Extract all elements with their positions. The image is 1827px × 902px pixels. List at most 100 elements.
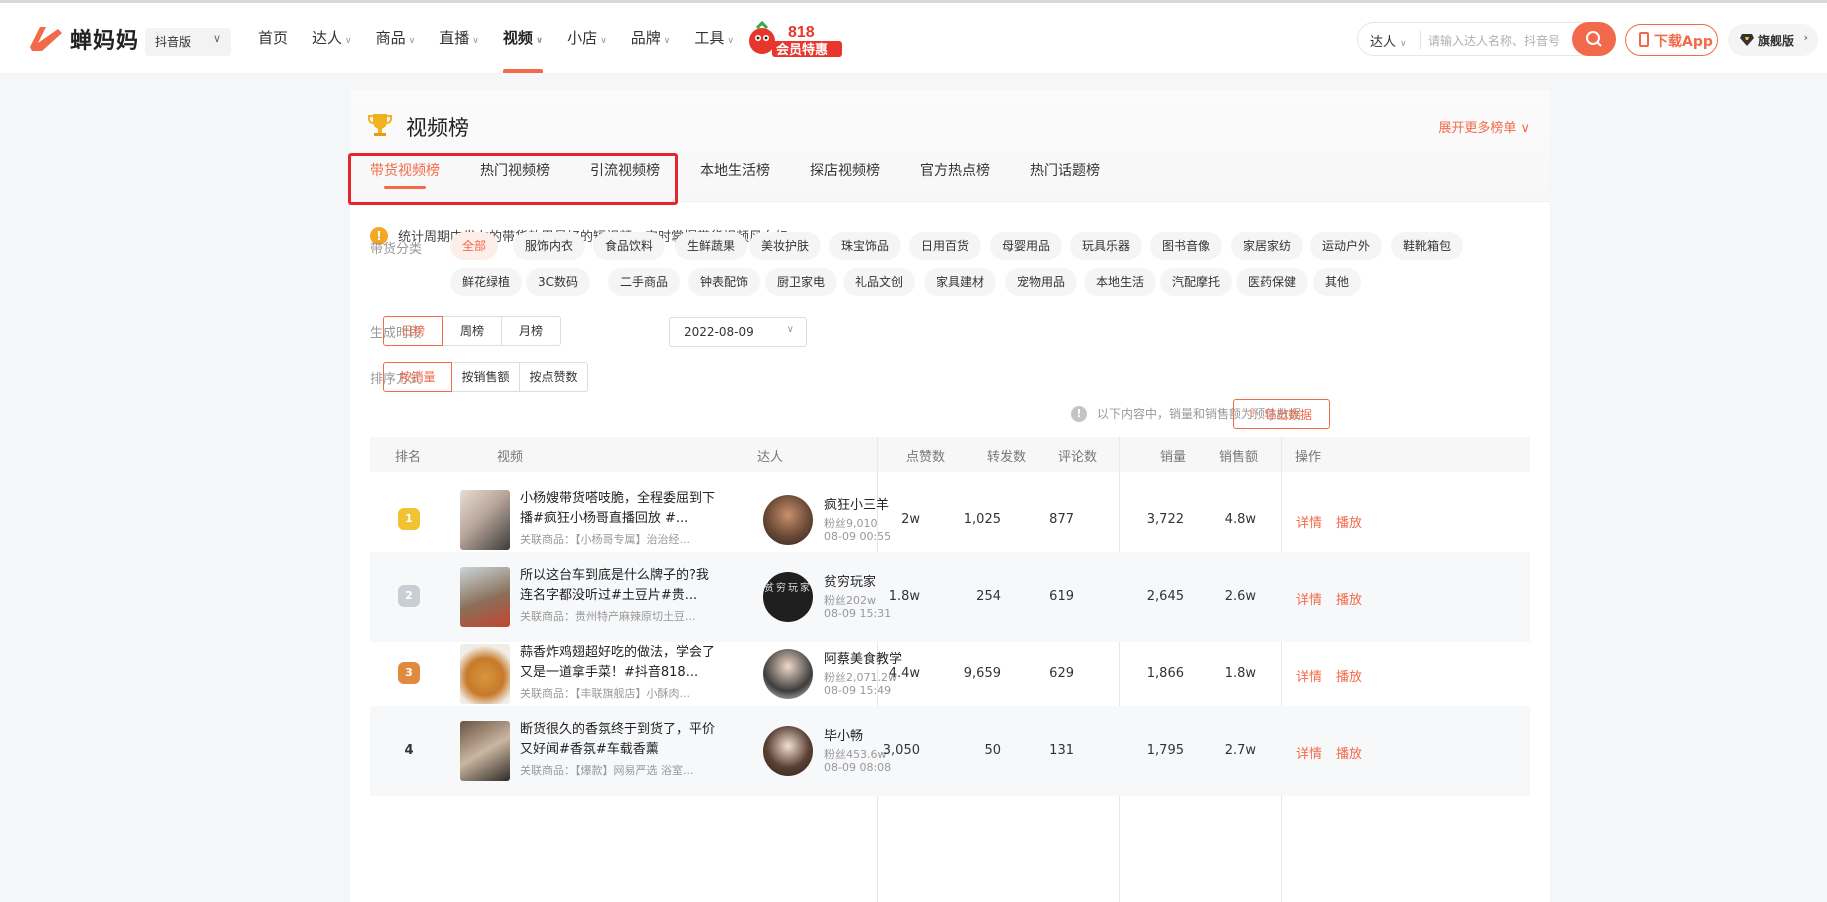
category-chip[interactable]: 玩具乐器 — [1070, 232, 1143, 260]
category-chip[interactable]: 美妆护肤 — [749, 232, 822, 260]
flagship-button[interactable]: 旗舰版 › — [1728, 24, 1818, 56]
influencer-name[interactable]: 贫穷玩家 — [824, 571, 876, 590]
nav-live[interactable]: 直播 ∨ — [427, 3, 491, 73]
nav-video[interactable]: 视频 ∨ — [491, 3, 555, 73]
tab-official-hot[interactable]: 官方热点榜 — [920, 160, 990, 196]
nav-home[interactable]: 首页 — [246, 3, 300, 73]
play-link[interactable]: 播放 — [1336, 743, 1362, 762]
video-title[interactable]: 小杨嫂带货嗒吱脆，全程委屈到下播#疯狂小杨哥直播回放 #... — [520, 489, 720, 529]
period-week[interactable]: 周榜 — [442, 316, 502, 346]
category-chip[interactable]: 二手商品 — [608, 268, 681, 296]
nav-brand[interactable]: 品牌 ∨ — [619, 3, 683, 73]
sort-by-volume[interactable]: 按销量 — [383, 362, 452, 392]
export-data-button[interactable]: ⇧ 导出数据 — [1233, 399, 1330, 429]
detail-link[interactable]: 详情 — [1296, 589, 1322, 608]
sales-value: 1,866 — [1146, 666, 1184, 681]
chevron-down-icon: ∨ — [535, 36, 544, 46]
video-title[interactable]: 所以这台车到底是什么牌子的?我连名字都没听过#土豆片#贵... — [520, 566, 720, 606]
category-chip[interactable]: 珠宝饰品 — [829, 232, 902, 260]
play-link[interactable]: 播放 — [1336, 589, 1362, 608]
col-actions: 操作 — [1295, 450, 1322, 465]
comments-value: 619 — [1049, 589, 1074, 604]
avatar[interactable] — [763, 726, 813, 776]
linked-product: 关联商品：【小杨哥专属】治治经... — [520, 533, 690, 546]
highlight-annotation — [348, 153, 678, 205]
category-chip[interactable]: 运动户外 — [1310, 232, 1383, 260]
avatar[interactable] — [763, 649, 813, 699]
search-scope-select[interactable]: 达人 ∨ — [1370, 31, 1407, 50]
shares-value: 9,659 — [963, 666, 1001, 681]
sort-by-revenue[interactable]: 按销售额 — [451, 362, 520, 392]
avatar[interactable] — [763, 495, 813, 545]
sales-value: 2,645 — [1146, 589, 1184, 604]
trophy-icon — [368, 114, 392, 136]
category-chip-all[interactable]: 全部 — [450, 232, 499, 260]
influencer-name[interactable]: 疯狂小三羊 — [824, 494, 889, 513]
nav-influencer[interactable]: 达人 ∨ — [300, 3, 364, 73]
chevron-down-icon: ∨ — [212, 32, 221, 45]
tab-local-life[interactable]: 本地生活榜 — [700, 160, 770, 196]
nav-tools[interactable]: 工具 ∨ — [682, 3, 746, 73]
promo-818-badge[interactable]: 818 会员特惠 — [748, 19, 844, 59]
publish-time: 08-09 08:08 — [824, 761, 892, 774]
nav-shop[interactable]: 小店 ∨ — [555, 3, 619, 73]
nav-label: 工具 — [694, 29, 725, 47]
play-link[interactable]: 播放 — [1336, 512, 1362, 531]
category-chip[interactable]: 其他 — [1313, 268, 1362, 296]
category-chip[interactable]: 礼品文创 — [843, 268, 916, 296]
nav-product[interactable]: 商品 ∨ — [364, 3, 428, 73]
category-chip[interactable]: 家居家纺 — [1231, 232, 1304, 260]
category-chip[interactable]: 图书音像 — [1150, 232, 1223, 260]
category-chip[interactable]: 宠物用品 — [1005, 268, 1078, 296]
search-button[interactable] — [1572, 22, 1616, 56]
influencer-name[interactable]: 毕小畅 — [824, 725, 863, 744]
search-input[interactable]: 请输入达人名称、抖音号 — [1428, 32, 1560, 49]
video-thumbnail[interactable] — [460, 490, 510, 550]
influencer-fans: 粉丝9,010 — [824, 517, 878, 530]
tab-store-visit[interactable]: 探店视频榜 — [810, 160, 880, 196]
video-title[interactable]: 蒜香炸鸡翅超好吃的做法，学会了又是一道拿手菜！#抖音818... — [520, 643, 720, 683]
revenue-value: 1.8w — [1224, 666, 1256, 681]
tab-hot-topic[interactable]: 热门话题榜 — [1030, 160, 1100, 196]
version-select[interactable]: 抖音版 ∨ — [145, 28, 231, 56]
sales-value: 1,795 — [1146, 743, 1184, 758]
detail-link[interactable]: 详情 — [1296, 512, 1322, 531]
period-month[interactable]: 月榜 — [501, 316, 561, 346]
category-chip[interactable]: 母婴用品 — [990, 232, 1063, 260]
video-thumbnail[interactable] — [460, 567, 510, 627]
category-chip[interactable]: 厨卫家电 — [765, 268, 838, 296]
sort-by-likes[interactable]: 按点赞数 — [519, 362, 588, 392]
category-chip[interactable]: 钟表配饰 — [688, 268, 761, 296]
nav-label: 视频 — [502, 29, 533, 47]
date-value: 2022-08-09 — [684, 325, 754, 339]
detail-link[interactable]: 详情 — [1296, 743, 1322, 762]
influencer-name[interactable]: 阿蔡美食教学 — [824, 648, 902, 667]
rank-medal-icon: 1 — [398, 508, 420, 530]
avatar[interactable]: 贫穷玩家 — [763, 572, 813, 622]
category-chip[interactable]: 鞋靴箱包 — [1391, 232, 1464, 260]
logo[interactable]: 蝉妈妈 — [28, 23, 139, 55]
video-title[interactable]: 断货很久的香氛终于到货了，平价又好闻#香氛#车载香薰 — [520, 720, 720, 760]
date-picker[interactable]: 2022-08-09 ∨ — [669, 317, 807, 347]
expand-more-lists[interactable]: 展开更多榜单 ∨ — [1438, 117, 1530, 136]
category-chip[interactable]: 食品饮料 — [593, 232, 666, 260]
category-chip[interactable]: 3C数码 — [526, 268, 591, 296]
likes-value: 3,050 — [882, 743, 920, 758]
category-chip[interactable]: 服饰内衣 — [513, 232, 586, 260]
category-chip[interactable]: 日用百货 — [909, 232, 982, 260]
category-chip[interactable]: 鲜花绿植 — [450, 268, 523, 296]
play-link[interactable]: 播放 — [1336, 666, 1362, 685]
period-day[interactable]: 日榜 — [383, 316, 443, 346]
category-chip[interactable]: 本地生活 — [1084, 268, 1157, 296]
category-chip[interactable]: 医药保健 — [1236, 268, 1309, 296]
category-chip[interactable]: 生鲜蔬果 — [675, 232, 748, 260]
download-app-button[interactable]: 下载App — [1625, 24, 1718, 56]
chevron-down-icon: ∨ — [408, 36, 416, 46]
video-thumbnail[interactable] — [460, 721, 510, 781]
category-chip[interactable]: 家具建材 — [924, 268, 997, 296]
video-thumbnail[interactable] — [460, 644, 510, 704]
revenue-value: 4.8w — [1224, 512, 1256, 527]
chevron-down-icon: ∨ — [345, 36, 352, 46]
category-chip[interactable]: 汽配摩托 — [1160, 268, 1233, 296]
detail-link[interactable]: 详情 — [1296, 666, 1322, 685]
